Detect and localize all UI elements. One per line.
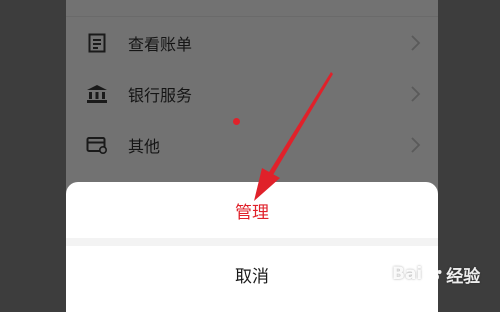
sheet-separator <box>66 238 438 246</box>
baidu-watermark: Bai 经验 <box>392 257 497 291</box>
red-dot-marker <box>233 118 240 125</box>
menu-item-other[interactable]: 其他 <box>66 120 438 170</box>
chevron-right-icon <box>411 35 421 51</box>
menu-item-label: 银行服务 <box>128 86 193 105</box>
watermark-latin: Bai <box>392 264 423 284</box>
cancel-button[interactable]: 取消 <box>66 246 438 302</box>
bank-icon <box>86 83 108 105</box>
divider <box>66 16 438 17</box>
menu-item-label: 其他 <box>128 137 161 156</box>
bill-icon <box>86 32 108 54</box>
paw-icon <box>426 266 442 282</box>
menu-item-bank-service[interactable]: 银行服务 <box>66 69 438 119</box>
chevron-right-icon <box>411 137 421 153</box>
chevron-right-icon <box>411 86 421 102</box>
card-icon <box>86 134 108 156</box>
watermark-cn: 经验 <box>446 266 481 287</box>
menu-item-bill[interactable]: 查看账单 <box>66 18 438 68</box>
action-sheet: 管理 取消 <box>66 182 438 312</box>
menu-item-label: 查看账单 <box>128 35 193 54</box>
manage-button[interactable]: 管理 <box>66 182 438 238</box>
